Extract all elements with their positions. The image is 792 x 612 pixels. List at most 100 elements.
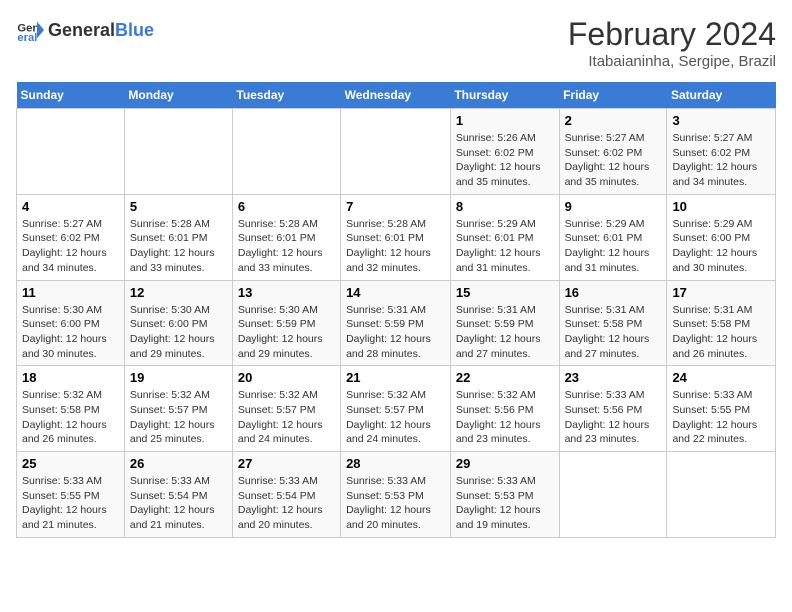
day-number: 25 [22,456,119,471]
calendar-cell: 13Sunrise: 5:30 AM Sunset: 5:59 PM Dayli… [232,280,340,366]
day-number: 3 [672,113,770,128]
day-detail: Sunrise: 5:26 AM Sunset: 6:02 PM Dayligh… [456,131,554,190]
calendar-cell: 2 Sunrise: 5:27 AM Sunset: 6:02 PM Daylig… [559,109,667,195]
day-number: 9 [565,199,662,214]
col-header-saturday: Saturday [667,82,776,109]
day-detail: Sunrise: 5:33 AM Sunset: 5:55 PM Dayligh… [672,388,770,447]
day-number: 1 [456,113,554,128]
calendar-cell: 27 Sunrise: 5:33 AM Sunset: 5:54 PM Dayli… [232,452,340,538]
logo-icon: Gen eral [16,16,44,44]
calendar-cell: 20 Sunrise: 5:32 AM Sunset: 5:57 PM Dayli… [232,366,340,452]
calendar-cell [559,452,667,538]
day-detail: Sunrise: 5:33 AM Sunset: 5:53 PM Dayligh… [346,474,445,533]
day-detail: Sunrise: 5:30 AM Sunset: 5:59 PM Dayligh… [238,303,335,362]
day-number: 22 [456,370,554,385]
day-number: 29 [456,456,554,471]
day-number: 6 [238,199,335,214]
day-detail: Sunrise: 5:29 AM Sunset: 6:01 PM Dayligh… [456,217,554,276]
calendar-cell [341,109,451,195]
calendar-cell [17,109,125,195]
day-detail: Sunrise: 5:33 AM Sunset: 5:53 PM Dayligh… [456,474,554,533]
calendar-cell: 29 Sunrise: 5:33 AM Sunset: 5:53 PM Dayli… [450,452,559,538]
day-number: 21 [346,370,445,385]
day-detail: Sunrise: 5:33 AM Sunset: 5:55 PM Dayligh… [22,474,119,533]
calendar-cell: 6 Sunrise: 5:28 AM Sunset: 6:01 PM Daylig… [232,194,340,280]
calendar-cell: 25 Sunrise: 5:33 AM Sunset: 5:55 PM Dayli… [17,452,125,538]
day-detail: Sunrise: 5:31 AM Sunset: 5:59 PM Dayligh… [456,303,554,362]
calendar-cell: 28 Sunrise: 5:33 AM Sunset: 5:53 PM Dayli… [341,452,451,538]
main-title: February 2024 [568,16,776,53]
calendar-week-5: 25 Sunrise: 5:33 AM Sunset: 5:55 PM Dayli… [17,452,776,538]
day-number: 20 [238,370,335,385]
day-number: 23 [565,370,662,385]
calendar-cell: 16 Sunrise: 5:31 AM Sunset: 5:58 PM Dayli… [559,280,667,366]
calendar-cell: 11 Sunrise: 5:30 AM Sunset: 6:00 PM Dayli… [17,280,125,366]
calendar-cell: 1 Sunrise: 5:26 AM Sunset: 6:02 PM Daylig… [450,109,559,195]
calendar-cell: 15Sunrise: 5:31 AM Sunset: 5:59 PM Dayli… [450,280,559,366]
day-number: 12 [130,285,227,300]
day-number: 8 [456,199,554,214]
day-detail: Sunrise: 5:31 AM Sunset: 5:59 PM Dayligh… [346,303,445,362]
day-detail: Sunrise: 5:32 AM Sunset: 5:56 PM Dayligh… [456,388,554,447]
calendar-cell: 21 Sunrise: 5:32 AM Sunset: 5:57 PM Dayli… [341,366,451,452]
page-header: Gen eral GeneralBlue February 2024 Itaba… [16,16,776,70]
day-detail: Sunrise: 5:30 AM Sunset: 6:00 PM Dayligh… [22,303,119,362]
calendar-cell: 7Sunrise: 5:28 AM Sunset: 6:01 PM Daylig… [341,194,451,280]
calendar-cell: 3 Sunrise: 5:27 AM Sunset: 6:02 PM Daylig… [667,109,776,195]
calendar-week-4: 18 Sunrise: 5:32 AM Sunset: 5:58 PM Dayli… [17,366,776,452]
calendar-cell: 9 Sunrise: 5:29 AM Sunset: 6:01 PM Daylig… [559,194,667,280]
day-number: 26 [130,456,227,471]
calendar-cell: 18 Sunrise: 5:32 AM Sunset: 5:58 PM Dayli… [17,366,125,452]
day-detail: Sunrise: 5:27 AM Sunset: 6:02 PM Dayligh… [22,217,119,276]
calendar-header-row: SundayMondayTuesdayWednesdayThursdayFrid… [17,82,776,109]
day-detail: Sunrise: 5:31 AM Sunset: 5:58 PM Dayligh… [672,303,770,362]
title-block: February 2024 Itabaianinha, Sergipe, Bra… [568,16,776,70]
day-number: 5 [130,199,227,214]
day-number: 16 [565,285,662,300]
calendar-cell [667,452,776,538]
day-detail: Sunrise: 5:27 AM Sunset: 6:02 PM Dayligh… [565,131,662,190]
calendar-week-2: 4Sunrise: 5:27 AM Sunset: 6:02 PM Daylig… [17,194,776,280]
calendar-cell: 19 Sunrise: 5:32 AM Sunset: 5:57 PM Dayli… [124,366,232,452]
calendar-cell: 14 Sunrise: 5:31 AM Sunset: 5:59 PM Dayli… [341,280,451,366]
day-detail: Sunrise: 5:29 AM Sunset: 6:00 PM Dayligh… [672,217,770,276]
day-detail: Sunrise: 5:33 AM Sunset: 5:54 PM Dayligh… [238,474,335,533]
calendar-cell: 4Sunrise: 5:27 AM Sunset: 6:02 PM Daylig… [17,194,125,280]
col-header-friday: Friday [559,82,667,109]
day-detail: Sunrise: 5:32 AM Sunset: 5:57 PM Dayligh… [130,388,227,447]
day-number: 18 [22,370,119,385]
day-number: 11 [22,285,119,300]
day-detail: Sunrise: 5:33 AM Sunset: 5:54 PM Dayligh… [130,474,227,533]
day-detail: Sunrise: 5:28 AM Sunset: 6:01 PM Dayligh… [130,217,227,276]
day-detail: Sunrise: 5:33 AM Sunset: 5:56 PM Dayligh… [565,388,662,447]
day-number: 28 [346,456,445,471]
calendar-cell: 22 Sunrise: 5:32 AM Sunset: 5:56 PM Dayli… [450,366,559,452]
calendar-cell: 24 Sunrise: 5:33 AM Sunset: 5:55 PM Dayli… [667,366,776,452]
day-detail: Sunrise: 5:28 AM Sunset: 6:01 PM Dayligh… [238,217,335,276]
calendar-cell: 26 Sunrise: 5:33 AM Sunset: 5:54 PM Dayli… [124,452,232,538]
day-detail: Sunrise: 5:31 AM Sunset: 5:58 PM Dayligh… [565,303,662,362]
day-detail: Sunrise: 5:32 AM Sunset: 5:57 PM Dayligh… [346,388,445,447]
day-number: 19 [130,370,227,385]
calendar-cell: 10Sunrise: 5:29 AM Sunset: 6:00 PM Dayli… [667,194,776,280]
sub-title: Itabaianinha, Sergipe, Brazil [568,53,776,70]
day-detail: Sunrise: 5:32 AM Sunset: 5:57 PM Dayligh… [238,388,335,447]
day-number: 14 [346,285,445,300]
calendar-cell [232,109,340,195]
day-number: 24 [672,370,770,385]
logo-text-general: General [48,20,115,41]
calendar-cell: 8 Sunrise: 5:29 AM Sunset: 6:01 PM Daylig… [450,194,559,280]
day-detail: Sunrise: 5:32 AM Sunset: 5:58 PM Dayligh… [22,388,119,447]
calendar-week-1: 1 Sunrise: 5:26 AM Sunset: 6:02 PM Daylig… [17,109,776,195]
calendar-cell: 23 Sunrise: 5:33 AM Sunset: 5:56 PM Dayli… [559,366,667,452]
day-number: 2 [565,113,662,128]
calendar-cell: 12Sunrise: 5:30 AM Sunset: 6:00 PM Dayli… [124,280,232,366]
day-detail: Sunrise: 5:29 AM Sunset: 6:01 PM Dayligh… [565,217,662,276]
day-number: 27 [238,456,335,471]
col-header-wednesday: Wednesday [341,82,451,109]
calendar-cell [124,109,232,195]
col-header-monday: Monday [124,82,232,109]
col-header-thursday: Thursday [450,82,559,109]
day-detail: Sunrise: 5:27 AM Sunset: 6:02 PM Dayligh… [672,131,770,190]
day-number: 17 [672,285,770,300]
